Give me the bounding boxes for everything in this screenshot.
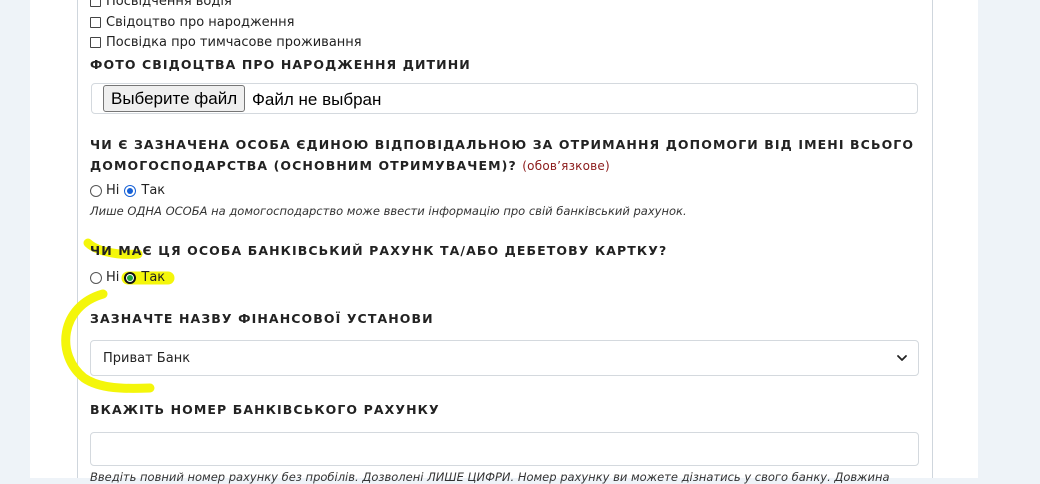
chevron-down-icon	[897, 355, 907, 361]
account-number-label: ВКАЖІТЬ НОМЕР БАНКІВСЬКОГО РАХУНКУ	[90, 402, 440, 417]
checkbox-label: Посвідка про тимчасове проживання	[106, 35, 362, 50]
selected-value: Приват Банк	[103, 351, 191, 366]
checkbox-label: Посвідчення водія	[106, 0, 232, 9]
radio-no[interactable]	[90, 184, 102, 197]
required-marker: (обов’язкове)	[522, 159, 610, 173]
institution-label: ЗАЗНАЧТЕ НАЗВУ ФІНАНСОВОЇ УСТАНОВИ	[90, 311, 434, 326]
account-number-hint: Введіть повний номер рахунку без пробілі…	[90, 470, 890, 484]
radio-no-label: Ні	[106, 183, 120, 198]
radio-yes-label: Так	[141, 183, 166, 198]
radio-yes[interactable]	[124, 184, 137, 197]
radio-no[interactable]	[90, 271, 102, 284]
main-recipient-hint: Лише ОДНА ОСОБА на домогосподарство може…	[90, 204, 687, 218]
question-text: ЧИ Є ЗАЗНАЧЕНА ОСОБА ЄДИНОЮ ВІДПОВІДАЛЬН…	[90, 137, 915, 173]
radio-yes-label: Так	[141, 270, 166, 285]
photo-section-label: ФОТО СВІДОЦТВА ПРО НАРОДЖЕННЯ ДИТИНИ	[90, 57, 471, 72]
checkbox-birth-certificate[interactable]: Свідоцтво про народження	[90, 15, 295, 30]
radio-no-label: Ні	[106, 270, 120, 285]
radio-yes[interactable]	[124, 271, 137, 284]
checkbox-label: Свідоцтво про народження	[106, 15, 295, 30]
bank-account-radio-group: Ні Так	[90, 270, 165, 285]
account-number-input[interactable]	[90, 432, 919, 466]
institution-select[interactable]: Приват Банк	[90, 340, 919, 376]
checkbox-box[interactable]	[90, 17, 101, 28]
main-recipient-radio-group: Ні Так	[90, 183, 165, 198]
checkbox-box[interactable]	[90, 0, 101, 7]
checkbox-driver-license[interactable]: Посвідчення водія	[90, 0, 232, 9]
no-file-text: Файл не выбран	[252, 90, 382, 109]
checkbox-temporary-residence[interactable]: Посвідка про тимчасове проживання	[90, 35, 362, 50]
checkbox-box[interactable]	[90, 37, 101, 48]
bank-account-question: ЧИ МАЄ ЦЯ ОСОБА БАНКІВСЬКИЙ РАХУНК ТА/АБ…	[90, 243, 668, 258]
choose-file-button[interactable]: Выберите файл	[103, 85, 246, 112]
main-recipient-question: ЧИ Є ЗАЗНАЧЕНА ОСОБА ЄДИНОЮ ВІДПОВІДАЛЬН…	[90, 134, 920, 177]
file-upload-field[interactable]: Выберите файл Файл не выбран	[91, 83, 918, 114]
